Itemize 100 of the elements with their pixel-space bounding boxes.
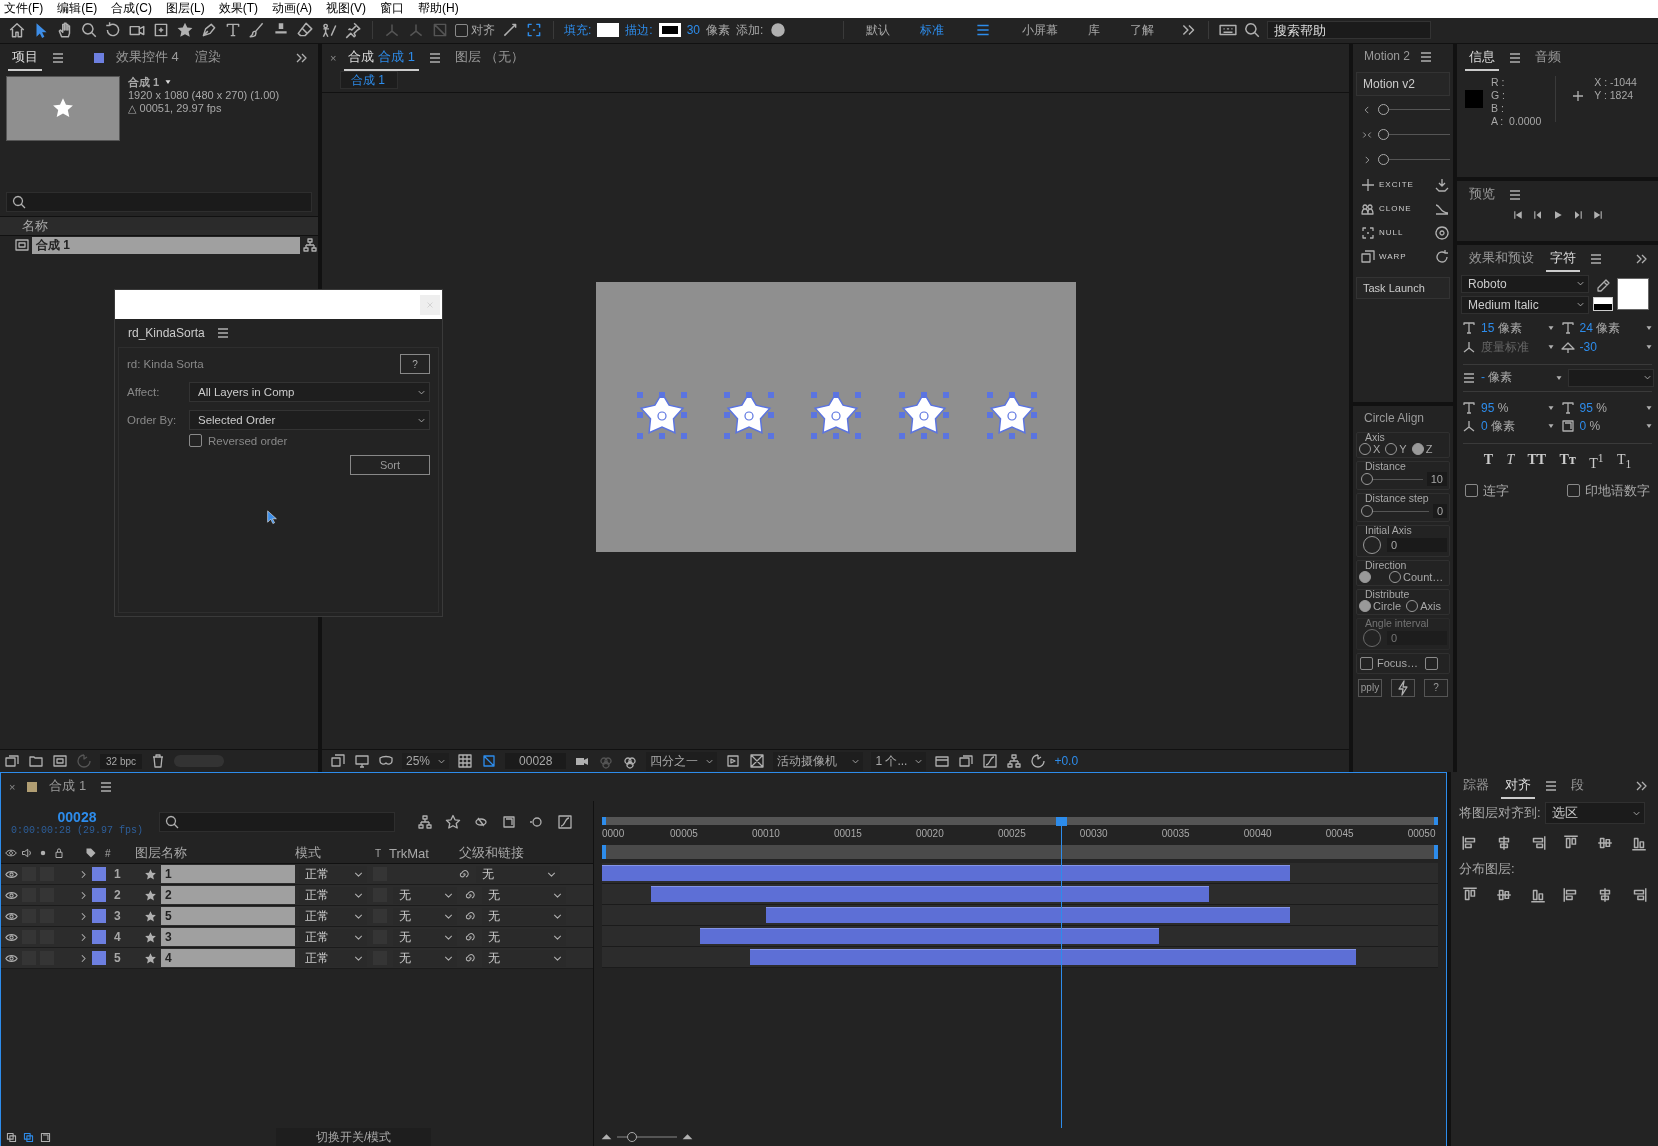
bit-depth-button[interactable]: 32 bpc	[100, 753, 143, 769]
current-timecode[interactable]: 00028	[57, 808, 97, 825]
selected-star[interactable]	[723, 391, 774, 440]
leading-field[interactable]: 24 像素	[1579, 319, 1621, 337]
exposure-value[interactable]: +0.0	[1054, 754, 1079, 769]
workspace-tab[interactable]: 库	[1088, 21, 1101, 39]
search-field[interactable]	[159, 812, 395, 833]
playhead-handle[interactable]	[1055, 817, 1067, 827]
layer-name[interactable]: 1	[161, 865, 295, 884]
action-button[interactable]: NULL	[1360, 224, 1404, 241]
label-color[interactable]	[92, 951, 106, 966]
zoom-icon[interactable]	[80, 21, 98, 40]
selected-star[interactable]	[636, 391, 687, 440]
first-icon[interactable]	[1511, 208, 1524, 221]
menu-item[interactable]: 合成(C)	[111, 0, 152, 18]
text-style-button[interactable]: TT	[1527, 451, 1547, 472]
column-header[interactable]: 父级和链接	[459, 844, 569, 863]
font-dropdown[interactable]: Roboto	[1461, 274, 1589, 293]
slider-thumb[interactable]	[1361, 504, 1373, 517]
menu-item[interactable]: 帮助(H)	[418, 0, 459, 18]
panel-tab[interactable]: 效果和预设	[1465, 245, 1538, 272]
graph-icon[interactable]	[557, 814, 573, 831]
home-icon[interactable]	[8, 21, 26, 40]
last-icon[interactable]	[1591, 208, 1604, 221]
radio-button[interactable]	[1359, 570, 1371, 583]
baseline-shift-field[interactable]: 0 像素	[1481, 417, 1516, 435]
radio-button[interactable]	[1411, 442, 1424, 455]
film-icon[interactable]	[52, 753, 68, 770]
views-dropdown[interactable]: 1 个...	[871, 751, 927, 771]
spiral-icon[interactable]	[463, 909, 476, 923]
toggle-switches-button[interactable]: 切换开关/模式	[276, 1127, 432, 1146]
camera-dropdown[interactable]: 活动摄像机	[773, 751, 864, 771]
workspace-tab[interactable]: 标准	[920, 21, 945, 39]
menu-item[interactable]: 动画(A)	[272, 0, 312, 18]
panel-tab[interactable]: 字符	[1546, 245, 1580, 272]
font-size-field[interactable]: 15 像素	[1481, 319, 1522, 337]
selected-star[interactable]	[810, 391, 861, 440]
flow-icon[interactable]	[417, 814, 433, 831]
text-style-button[interactable]: T$_{1}$	[1616, 451, 1632, 472]
selected-star[interactable]	[898, 391, 949, 440]
panel-tab[interactable]: 踪器	[1459, 773, 1493, 800]
switch-icon[interactable]	[5, 1130, 18, 1144]
play-icon[interactable]	[769, 21, 788, 40]
font-style-dropdown[interactable]: Medium Italic	[1461, 295, 1589, 314]
star-icon[interactable]	[445, 814, 461, 831]
layer-name[interactable]: 4	[161, 949, 295, 968]
menu-item[interactable]: 图层(L)	[166, 0, 205, 18]
workspace-tab[interactable]: 小屏幕	[1022, 21, 1059, 39]
resolution-dropdown[interactable]: 四分之一	[646, 751, 718, 771]
spiral-icon[interactable]	[463, 951, 476, 965]
prev-icon[interactable]	[1531, 208, 1544, 221]
text-style-button[interactable]: T	[1506, 451, 1515, 472]
time-navigator[interactable]	[602, 817, 1438, 826]
slider-thumb[interactable]	[1378, 104, 1389, 116]
layer-duration-bar[interactable]	[700, 928, 1160, 945]
number-field[interactable]: 0	[1387, 537, 1447, 552]
horizontal-scale-field[interactable]: 95 %	[1579, 400, 1607, 415]
close-button[interactable]: ×	[9, 781, 16, 794]
workspace-tab[interactable]: 默认	[866, 21, 891, 39]
slider-thumb[interactable]	[1378, 129, 1389, 141]
graph-icon[interactable]	[982, 753, 999, 770]
layer-name[interactable]: 5	[161, 907, 295, 926]
text-style-button[interactable]: Tт	[1559, 451, 1576, 472]
label-color[interactable]	[92, 888, 106, 903]
download-icon[interactable]	[1434, 176, 1450, 193]
panel-tab[interactable]: 渲染	[190, 44, 225, 71]
task-launch-button[interactable]: Task Launch	[1356, 276, 1450, 299]
action-button[interactable]: WARP	[1360, 248, 1407, 265]
target-icon[interactable]	[1434, 224, 1450, 241]
help-button[interactable]: ?	[1424, 678, 1448, 697]
dropper-icon[interactable]	[1595, 277, 1611, 294]
label-color[interactable]	[92, 930, 106, 945]
sort-button[interactable]: Sort	[350, 455, 430, 475]
search-field[interactable]: 搜索帮助	[1267, 21, 1432, 40]
spiral-icon[interactable]	[463, 930, 476, 944]
column-header[interactable]: TrkMat	[389, 845, 459, 861]
fill-swatch[interactable]	[597, 23, 620, 38]
refresh-icon[interactable]	[1434, 248, 1450, 265]
spiral-icon[interactable]	[463, 888, 476, 902]
reset-icon[interactable]	[1030, 753, 1047, 770]
help-button[interactable]: ?	[400, 354, 430, 374]
panel-tab[interactable]: 信息	[1465, 44, 1499, 71]
layer-duration-bar[interactable]	[651, 886, 1209, 903]
search-field[interactable]	[6, 191, 312, 212]
layer-name[interactable]: 2	[161, 886, 295, 905]
stroke-width[interactable]: 30	[686, 23, 701, 38]
project-item[interactable]: 合成 1	[32, 236, 300, 254]
tsume-field[interactable]: 0 %	[1579, 419, 1601, 434]
workspace-tab[interactable]: 了解	[1130, 21, 1155, 39]
panel-tab[interactable]: 项目	[8, 44, 42, 71]
slider-thumb[interactable]	[1378, 154, 1389, 166]
text-style-button[interactable]: T	[1483, 451, 1493, 472]
label-color[interactable]	[92, 867, 106, 882]
menu-item[interactable]: 文件(F)	[4, 0, 44, 18]
spiral-icon[interactable]	[457, 867, 470, 881]
radio-button[interactable]	[1359, 599, 1371, 612]
slider-thumb[interactable]	[627, 1132, 637, 1142]
menu-item[interactable]: 视图(V)	[326, 0, 366, 18]
checkbox[interactable]	[189, 434, 202, 447]
brush-icon[interactable]	[248, 21, 266, 40]
